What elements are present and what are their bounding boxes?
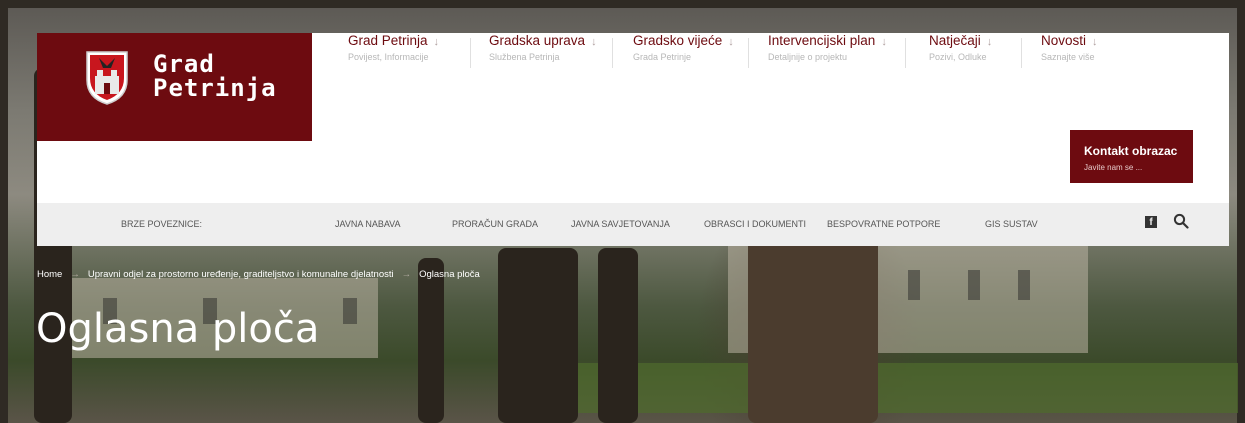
breadcrumb-department[interactable]: Upravni odjel za prostorno uređenje, gra… xyxy=(88,269,394,280)
nav-item-title: Gradska uprava xyxy=(489,33,586,48)
quick-links-bar: BRZE POVEZNICE: JAVNA NABAVA PRORAČUN GR… xyxy=(37,203,1229,246)
quick-link-bespovratne-potpore[interactable]: BESPOVRATNE POTPORE xyxy=(827,219,940,229)
quick-link-javna-nabava[interactable]: JAVNA NABAVA xyxy=(335,219,401,229)
quick-link-proracun-grada[interactable]: PRORAČUN GRADA xyxy=(452,219,538,229)
nav-item-subtitle: Saznajte više xyxy=(1041,52,1095,62)
nav-item-title: Natječaji xyxy=(929,33,981,48)
arrow-down-icon: ↓ xyxy=(986,36,993,48)
nav-item-gradsko-vijece[interactable]: Gradsko vijeće ↓ Grada Petrinje xyxy=(633,32,734,70)
page-title: Oglasna ploča xyxy=(36,306,320,352)
breadcrumb-arrow-icon: → xyxy=(401,269,412,280)
facebook-icon[interactable]: f xyxy=(1145,216,1157,228)
nav-item-title: Novosti xyxy=(1041,33,1087,48)
nav-item-subtitle: Pozivi, Odluke xyxy=(929,52,987,62)
nav-item-subtitle: Detaljnije o projektu xyxy=(768,52,848,62)
arrow-down-icon: ↓ xyxy=(1092,36,1098,48)
contact-form-button[interactable]: Kontakt obrazac Javite nam se ... xyxy=(1070,130,1193,183)
quick-link-obrasci-i-dokumenti[interactable]: OBRASCI I DOKUMENTI xyxy=(704,219,806,229)
arrow-down-icon: ↓ xyxy=(591,36,597,48)
nav-divider xyxy=(470,38,471,68)
nav-item-grad-petrinja[interactable]: Grad Petrinja ↓ Povijest, Informacije xyxy=(348,32,439,70)
quick-link-gis-sustav[interactable]: GIS SUSTAV xyxy=(985,219,1038,229)
logo-text: Grad Petrinja xyxy=(153,52,277,100)
nav-divider xyxy=(1021,38,1022,68)
breadcrumb-arrow-icon: → xyxy=(70,269,80,280)
breadcrumb-current: Oglasna ploča xyxy=(419,269,480,280)
nav-item-subtitle: Grada Petrinje xyxy=(633,52,692,62)
nav-item-subtitle: Povijest, Informacije xyxy=(348,52,429,62)
nav-item-title: Gradsko vijeće xyxy=(633,33,723,48)
nav-item-intervencijski-plan[interactable]: Intervencijski plan ↓ Detaljnije o projek… xyxy=(768,32,887,70)
breadcrumb-home[interactable]: Home xyxy=(37,269,62,280)
nav-divider xyxy=(905,38,906,68)
coat-of-arms-icon xyxy=(86,51,128,105)
quick-link-javna-savjetovanja[interactable]: JAVNA SAVJETOVANJA xyxy=(571,219,670,229)
search-icon[interactable] xyxy=(1173,213,1189,229)
quick-links-label: BRZE POVEZNICE: xyxy=(121,219,203,229)
arrow-down-icon: ↓ xyxy=(433,36,440,48)
logo-text-line2: Petrinja xyxy=(153,74,277,102)
arrow-down-icon: ↓ xyxy=(728,36,734,48)
contact-title: Kontakt obrazac xyxy=(1084,144,1178,158)
nav-item-novosti[interactable]: Novosti ↓ Saznajte više xyxy=(1041,32,1098,70)
nav-item-subtitle: Službena Petrinja xyxy=(489,52,560,62)
nav-item-gradska-uprava[interactable]: Gradska uprava ↓ Službena Petrinja xyxy=(489,32,597,70)
nav-divider xyxy=(612,38,613,68)
logo[interactable]: Grad Petrinja xyxy=(37,33,312,141)
breadcrumb: Home → Upravni odjel za prostorno uređenje… xyxy=(37,269,480,280)
logo-text-line1: Grad xyxy=(153,50,215,78)
nav-item-natjecaji[interactable]: Natječaji ↓ Pozivi, Odluke xyxy=(929,32,992,70)
nav-divider xyxy=(748,38,749,68)
arrow-down-icon: ↓ xyxy=(881,36,887,48)
contact-subtitle: Javite nam se ... xyxy=(1084,163,1143,172)
nav-item-title: Grad Petrinja xyxy=(348,33,428,48)
nav-item-title: Intervencijski plan xyxy=(768,33,876,48)
